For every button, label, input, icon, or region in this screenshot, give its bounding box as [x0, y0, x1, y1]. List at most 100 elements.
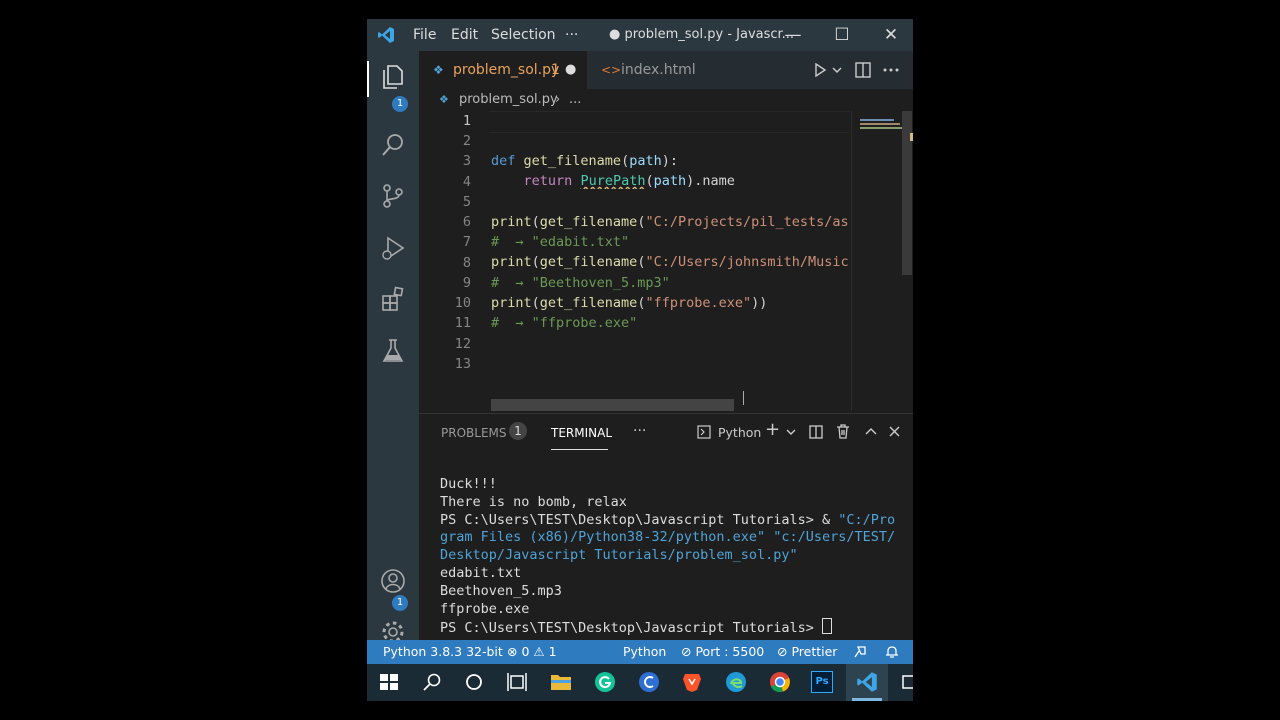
brave-icon[interactable]	[680, 670, 704, 694]
active-indicator	[367, 61, 369, 97]
menu-file[interactable]: File	[413, 19, 436, 51]
run-dropdown-icon[interactable]	[832, 66, 842, 74]
html-file-icon: <>	[601, 63, 622, 77]
maximize-button[interactable]: ☐	[827, 19, 857, 51]
accounts-badge: 1	[392, 595, 408, 611]
breadcrumb: ❖ problem_sol.py › ...	[419, 89, 913, 111]
ccleaner-icon[interactable]	[637, 670, 661, 694]
split-editor-icon[interactable]	[855, 62, 871, 78]
warning-icon: ⚠	[533, 644, 545, 659]
minimap-line	[860, 123, 900, 125]
breadcrumb-file[interactable]: problem_sol.py	[459, 89, 558, 111]
tab-label: index.html	[621, 62, 696, 78]
menu-selection[interactable]: Selection	[491, 19, 556, 51]
line-number: 4	[462, 174, 471, 190]
line-number: 3	[462, 153, 471, 169]
code-editor[interactable]: 1 2 3 4 5 6 7 8 9 10 11 12 13 def get_fi…	[419, 111, 913, 411]
source-control-icon[interactable]	[379, 182, 407, 210]
error-icon: ⊗	[507, 644, 518, 659]
run-debug-icon[interactable]	[379, 234, 407, 262]
problems-status[interactable]: ⊗ 0 ⚠ 1	[507, 640, 557, 664]
line-number: 11	[454, 315, 471, 331]
close-window-button[interactable]: ✕	[876, 19, 906, 51]
current-line-highlight	[489, 111, 849, 133]
terminal-prompt-line: PS C:\Users\TEST\Desktop\Javascript Tuto…	[440, 618, 895, 638]
code-line-6: # → "edabit.txt"	[491, 234, 630, 250]
breadcrumb-more[interactable]: ...	[569, 89, 581, 111]
line-number: 6	[462, 214, 471, 230]
window-title: ● problem_sol.py - Javascr...	[609, 27, 795, 42]
python-interpreter[interactable]: Python 3.8.3 32-bit	[383, 640, 503, 664]
maximize-panel-icon[interactable]	[865, 427, 877, 435]
search-icon[interactable]	[379, 131, 407, 159]
modified-dot-icon[interactable]: ●	[565, 51, 576, 89]
terminal-line: edabit.txt	[440, 564, 522, 581]
windows-taskbar: Ps	[367, 664, 913, 701]
minimize-button[interactable]: —	[778, 19, 808, 51]
live-server-status[interactable]: ⊘ Port : 5500	[681, 640, 764, 664]
code-line-7: print(get_filename("C:/Users/johnsmith/M…	[491, 254, 849, 270]
line-number: 5	[462, 194, 471, 210]
tab-problem-sol[interactable]: ❖ problem_sol.py 1 ●	[419, 51, 587, 89]
grammarly-icon[interactable]	[593, 670, 617, 694]
chrome-icon[interactable]	[768, 670, 792, 694]
new-terminal-button[interactable]: +	[765, 419, 780, 440]
active-tab-underline	[551, 449, 608, 450]
menu-edit[interactable]: Edit	[451, 19, 478, 51]
panel-more[interactable]: ···	[633, 423, 646, 439]
tab-index-html[interactable]: <> index.html	[587, 51, 727, 89]
overflow-icon[interactable]	[897, 670, 913, 694]
more-actions-icon[interactable]	[883, 68, 899, 72]
search-icon[interactable]	[420, 670, 444, 694]
tab-terminal[interactable]: TERMINAL	[551, 426, 612, 440]
port-icon: ⊘	[681, 644, 692, 659]
horizontal-scrollbar[interactable]	[491, 399, 734, 411]
terminal-icon	[697, 425, 711, 439]
split-terminal-icon[interactable]	[809, 425, 823, 439]
terminal-line: ffprobe.exe	[440, 600, 530, 617]
cortana-icon[interactable]	[462, 670, 486, 694]
line-number: 7	[462, 234, 471, 250]
prettier-status[interactable]: ⊘ Prettier	[777, 640, 837, 664]
minimap-line	[860, 127, 904, 129]
extensions-icon[interactable]	[379, 285, 407, 313]
photoshop-icon[interactable]: Ps	[811, 671, 833, 693]
files-icon[interactable]	[379, 63, 407, 91]
menu-more[interactable]: ···	[565, 19, 578, 51]
terminal-dropdown-icon[interactable]	[786, 428, 796, 436]
terminal-shell-name[interactable]: Python	[718, 425, 761, 440]
terminal-output[interactable]: Duck!!! There is no bomb, relax PS C:\User…	[440, 476, 895, 638]
code-line-5: print(get_filename("C:/Projects/pil_test…	[491, 214, 849, 230]
line-number: 9	[462, 275, 471, 291]
language-mode[interactable]: Python	[623, 640, 666, 664]
vscode-taskbar-button[interactable]	[846, 664, 888, 701]
trash-icon[interactable]	[836, 424, 850, 439]
status-bar: Python 3.8.3 32-bit ⊗ 0 ⚠ 1 Python ⊘ Por…	[367, 640, 913, 664]
file-explorer-icon[interactable]	[549, 670, 573, 694]
bottom-panel: PROBLEMS 1 TERMINAL ··· Python + Duck!!!…	[419, 413, 913, 641]
run-file-icon[interactable]	[813, 63, 827, 77]
testing-icon[interactable]	[379, 337, 407, 365]
vscode-logo-icon	[378, 27, 394, 43]
feedback-icon[interactable]	[853, 645, 867, 659]
windows-start-icon[interactable]	[377, 670, 401, 694]
close-panel-icon[interactable]	[889, 426, 900, 437]
terminal-line: Beethoven_5.mp3	[440, 582, 562, 599]
task-view-icon[interactable]	[505, 670, 529, 694]
accounts-icon[interactable]	[379, 567, 407, 595]
code-line-9: print(get_filename("ffprobe.exe"))	[491, 295, 768, 311]
tab-problems[interactable]: PROBLEMS	[441, 426, 507, 440]
line-number: 10	[454, 295, 471, 311]
terminal-line: There is no bomb, relax	[440, 493, 627, 510]
line-number: 8	[462, 255, 471, 271]
prettier-check-icon: ⊘	[777, 644, 788, 659]
python-file-icon: ❖	[433, 63, 444, 77]
edge-icon[interactable]	[724, 670, 748, 694]
explorer-badge: 1	[392, 96, 408, 112]
tab-label: problem_sol.py	[453, 62, 560, 78]
notifications-bell-icon[interactable]	[885, 645, 899, 659]
minimap[interactable]	[851, 111, 913, 411]
python-file-icon: ❖	[439, 93, 449, 106]
line-number: 13	[454, 356, 471, 372]
breadcrumb-separator: ›	[555, 92, 561, 107]
